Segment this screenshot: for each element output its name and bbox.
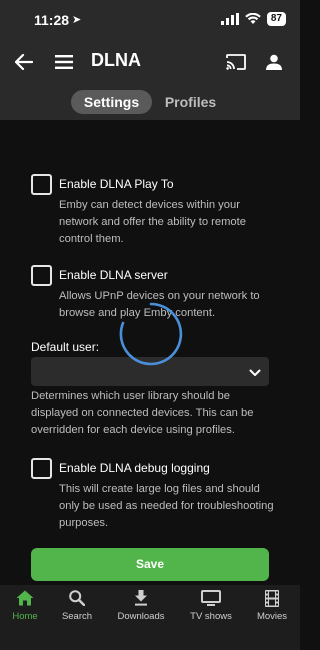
tab-settings[interactable]: Settings xyxy=(71,90,152,114)
server-label: Enable DLNA server xyxy=(59,268,168,282)
home-icon xyxy=(16,589,34,607)
status-time: 11:28 xyxy=(34,12,70,28)
bottom-nav: Home Search Downloads TV shows Movies xyxy=(0,585,300,650)
debug-logging-row[interactable]: Enable DLNA debug logging xyxy=(31,457,210,479)
server-checkbox[interactable] xyxy=(31,264,52,286)
tab-profiles[interactable]: Profiles xyxy=(158,90,223,114)
play-to-checkbox[interactable] xyxy=(31,173,52,195)
location-arrow-icon: ➤ xyxy=(72,14,82,26)
play-to-help: Emby can detect devices within your netw… xyxy=(59,199,246,245)
nav-search-label: Search xyxy=(61,611,93,622)
nav-tv-shows-label: TV shows xyxy=(190,611,232,622)
nav-home-label: Home xyxy=(12,611,38,622)
search-icon xyxy=(69,589,85,607)
debug-logging-help: This will create large log files and sho… xyxy=(59,483,274,529)
chevron-down-icon xyxy=(249,364,261,382)
settings-content: Enable DLNA Play To Emby can detect devi… xyxy=(0,120,300,585)
nav-downloads[interactable]: Downloads xyxy=(111,585,171,625)
back-arrow-icon[interactable] xyxy=(10,48,38,76)
app-bar: DLNA Settings Profiles xyxy=(0,36,300,120)
debug-logging-checkbox[interactable] xyxy=(31,457,52,479)
movie-icon xyxy=(265,589,279,607)
save-button[interactable]: Save xyxy=(31,548,269,581)
nav-downloads-label: Downloads xyxy=(117,611,165,622)
wifi-icon xyxy=(245,13,261,24)
play-to-row[interactable]: Enable DLNA Play To xyxy=(31,173,174,195)
download-icon xyxy=(134,589,148,607)
battery-indicator: 87 xyxy=(266,12,286,26)
server-row[interactable]: Enable DLNA server xyxy=(31,264,168,286)
signal-icon xyxy=(220,13,239,25)
default-user-help: Determines which user library should be … xyxy=(31,390,254,436)
nav-movies[interactable]: Movies xyxy=(242,585,302,625)
nav-movies-label: Movies xyxy=(256,611,288,622)
nav-tv-shows[interactable]: TV shows xyxy=(181,585,241,625)
user-icon[interactable] xyxy=(260,48,288,76)
tab-bar: Settings Profiles xyxy=(0,88,300,116)
status-bar: 11:28 ➤ 87 xyxy=(0,0,300,36)
default-user-label: Default user: xyxy=(31,340,100,354)
menu-icon[interactable] xyxy=(50,48,78,76)
nav-search[interactable]: Search xyxy=(47,585,107,625)
status-indicators: 87 xyxy=(220,12,286,26)
cast-icon[interactable] xyxy=(222,48,250,76)
play-to-label: Enable DLNA Play To xyxy=(59,177,174,191)
loading-spinner-icon xyxy=(119,302,183,366)
page-title: DLNA xyxy=(91,50,141,70)
tv-icon xyxy=(201,589,221,607)
debug-logging-label: Enable DLNA debug logging xyxy=(59,461,210,475)
